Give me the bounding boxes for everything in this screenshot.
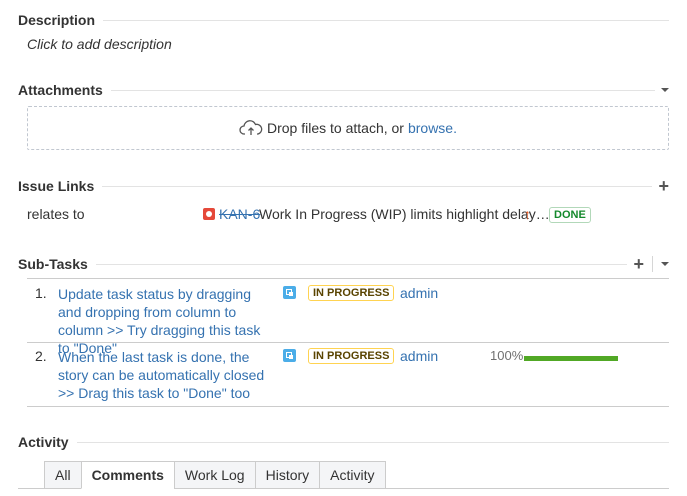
description-placeholder[interactable]: Click to add description	[27, 36, 172, 52]
tab-all[interactable]: All	[44, 461, 81, 489]
row-divider	[27, 406, 669, 407]
description-header: Description	[18, 10, 669, 30]
subtask-number: 2.	[35, 348, 47, 364]
status-badge: IN PROGRESS	[308, 348, 395, 364]
table-row: 2. When the last task is done, the story…	[27, 348, 669, 402]
subtask-type-icon	[283, 349, 296, 362]
table-row: 1. Update task status by dragging and dr…	[27, 285, 669, 356]
cloud-upload-icon	[239, 120, 263, 135]
activity-title: Activity	[18, 434, 77, 450]
activity-tabs: All Comments Work Log History Activity	[44, 461, 386, 489]
browse-link[interactable]: browse.	[408, 120, 457, 136]
add-link-icon[interactable]: +	[658, 177, 669, 195]
section-divider	[102, 185, 653, 187]
divider	[652, 256, 653, 272]
subtask-summary-link[interactable]: Update task status by dragging and dropp…	[58, 285, 268, 357]
tab-work-log[interactable]: Work Log	[173, 461, 255, 489]
linked-issue-summary[interactable]: Work In Progress (WIP) limits highlight …	[259, 206, 550, 222]
attachments-header: Attachments	[18, 80, 669, 100]
subtasks-header: Sub-Tasks +	[18, 254, 669, 274]
row-divider	[27, 278, 669, 279]
subtasks-title: Sub-Tasks	[18, 256, 96, 272]
progress-bar	[524, 356, 618, 361]
description-title: Description	[18, 12, 104, 28]
progress-percent: 100%	[490, 348, 524, 363]
issue-link-row: relates to KAN-6 Work In Progress (WIP) …	[27, 204, 669, 224]
arrow-up-icon: ↑	[524, 206, 531, 222]
chevron-down-icon[interactable]	[661, 88, 669, 92]
assignee-link[interactable]: admin	[400, 285, 438, 301]
subtask-type-icon	[283, 286, 296, 299]
attachments-title: Attachments	[18, 82, 111, 98]
activity-header: Activity	[18, 432, 669, 452]
subtask-summary-link[interactable]: When the last task is done, the story ca…	[58, 348, 268, 402]
status-badge: IN PROGRESS	[308, 285, 395, 301]
issue-links-header: Issue Links +	[18, 176, 669, 196]
section-divider	[76, 441, 669, 443]
bug-icon	[203, 208, 215, 220]
section-divider	[110, 89, 655, 91]
status-badge: DONE	[549, 207, 591, 223]
tab-activity[interactable]: Activity	[319, 461, 386, 489]
chevron-down-icon[interactable]	[661, 262, 669, 266]
linked-issue-key[interactable]: KAN-6	[219, 206, 260, 222]
assignee-link[interactable]: admin	[400, 348, 438, 364]
section-divider	[103, 19, 669, 21]
attachment-dropzone[interactable]: Drop files to attach, or browse.	[27, 106, 669, 150]
drop-files-text: Drop files to attach, or	[267, 120, 404, 136]
issue-links-title: Issue Links	[18, 178, 103, 194]
progress-bar-fill	[524, 356, 618, 361]
tab-history[interactable]: History	[254, 461, 320, 489]
add-subtask-icon[interactable]: +	[633, 255, 644, 273]
tab-comments[interactable]: Comments	[80, 461, 174, 489]
link-type: relates to	[27, 206, 85, 222]
section-divider	[95, 263, 628, 265]
subtask-number: 1.	[35, 285, 47, 301]
row-divider	[27, 342, 669, 343]
